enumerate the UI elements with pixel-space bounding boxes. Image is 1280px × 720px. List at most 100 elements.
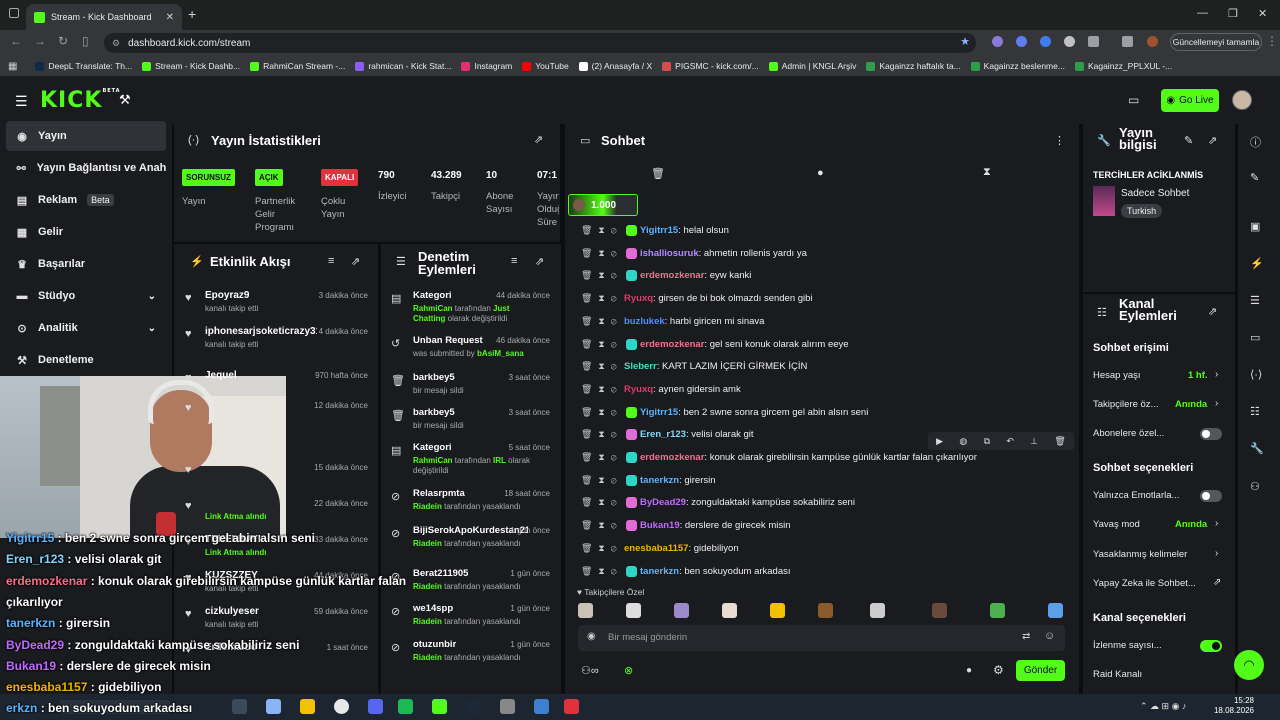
chat-message[interactable]: 🗑⧗⊘ Sleberr: KART LAZIM İÇERİ GİRMEK İÇİN: [576, 358, 1076, 378]
emote-icon[interactable]: [990, 603, 1005, 618]
activity-user[interactable]: iphonesarjsoketicrazy31: [205, 326, 317, 337]
mod-actions[interactable]: 🗑⧗⊘: [581, 270, 623, 281]
app-icon[interactable]: [564, 699, 579, 714]
channel-icon[interactable]: ☷: [1250, 405, 1260, 418]
category-name[interactable]: Sadece Sohbet: [1121, 188, 1189, 199]
mod-tools-icon[interactable]: ⚇∞: [581, 664, 599, 677]
tab-list-icon[interactable]: [9, 8, 19, 18]
emotes-only-toggle[interactable]: [1200, 490, 1222, 502]
chat-username[interactable]: Bukan19: [640, 520, 680, 531]
chat-icon[interactable]: ▭: [1250, 331, 1260, 344]
chat-message[interactable]: 🗑⧗⊘ erdemozkenar: gel seni konuk olarak a…: [576, 336, 1076, 356]
sidebar-icon[interactable]: ▯: [82, 34, 89, 48]
emote-icon[interactable]: [818, 603, 833, 618]
maximize-icon[interactable]: ❐: [1228, 7, 1238, 20]
moderator-name[interactable]: Riadein: [413, 653, 442, 662]
bookmark-item[interactable]: rahmican - Kick Stat...: [355, 61, 451, 71]
moderation-target[interactable]: Unban Request: [413, 335, 483, 346]
chat-message[interactable]: 🗑⧗⊘ erdemozkenar: eyw kanki: [576, 267, 1076, 287]
activity-user[interactable]: Jequel: [205, 370, 237, 381]
reload-icon[interactable]: ↻: [58, 34, 68, 48]
url-bar[interactable]: ⚙ dashboard.kick.com/stream ★: [104, 33, 976, 53]
chat-username[interactable]: Yigitrr15: [640, 225, 678, 236]
app-icon[interactable]: [534, 699, 549, 714]
chat-message[interactable]: 🗑⧗⊘ erdemozkenar: konuk olarak girebilirs…: [576, 449, 1076, 469]
trash-icon[interactable]: 🗑: [651, 167, 665, 180]
sidebar-item-ad[interactable]: ▤ Reklam Beta: [6, 185, 166, 215]
moderation-value[interactable]: bAsiM_sana: [477, 349, 524, 358]
mod-actions[interactable]: 🗑⧗⊘: [581, 407, 623, 418]
popout-icon[interactable]: ⇗: [534, 133, 543, 146]
sidebar-item-trophy[interactable]: ♛ Başarılar: [6, 249, 166, 279]
moderation-target[interactable]: otuzunbir: [413, 639, 456, 650]
moderator-name[interactable]: RahmiCan: [413, 304, 453, 313]
task-view-icon[interactable]: [232, 699, 247, 714]
bookmark-item[interactable]: Admin | KNGL Arşiv: [768, 61, 856, 71]
subs-only-toggle[interactable]: [1200, 428, 1222, 440]
activity-user[interactable]: cizkulyeser: [205, 606, 259, 617]
bookmark-star-icon[interactable]: ★: [960, 35, 970, 48]
clock[interactable]: 15:28 18.08.2026: [1204, 696, 1254, 716]
media-icon[interactable]: ▣: [1250, 220, 1260, 233]
chat-username[interactable]: tanerkzn: [640, 566, 679, 577]
mod-actions[interactable]: 🗑⧗⊘: [581, 293, 623, 304]
account-age-value[interactable]: 1 hf.: [1188, 370, 1208, 381]
user-avatar[interactable]: [1232, 90, 1252, 110]
chat-message[interactable]: 🗑⧗⊘ Yigitrr15: ben 2 swne sonra gircem ge…: [576, 404, 1076, 424]
emote-icon[interactable]: [932, 603, 947, 618]
chat-username[interactable]: enesbaba1157: [624, 543, 688, 554]
chat-message[interactable]: 🗑⧗⊘ Ryuxq: girsen de bi bok olmazdı sende…: [576, 290, 1076, 310]
chat-username[interactable]: erdemozkenar: [640, 339, 704, 350]
ai-chat-label[interactable]: Yapay Zeka ile Sohbet...: [1093, 578, 1196, 589]
bookmark-item[interactable]: Stream - Kick Dashb...: [142, 61, 240, 71]
chat-username[interactable]: buzlukek: [624, 316, 665, 327]
pinned-gift[interactable]: 1.000: [568, 194, 638, 216]
popout-icon[interactable]: ⇗: [1208, 305, 1217, 318]
kick-app-icon[interactable]: [432, 699, 447, 714]
activity-user[interactable]: Epoyraz9: [205, 290, 249, 301]
sidebar-item-money[interactable]: ▦ Gelir: [6, 217, 166, 247]
raid-label[interactable]: Raid Kanalı: [1093, 669, 1142, 680]
mod-actions[interactable]: 🗑⧗⊘: [581, 248, 623, 259]
chevron-right-icon[interactable]: ›: [1215, 369, 1218, 380]
bookmark-item[interactable]: Kagainzz beslenme...: [970, 61, 1065, 71]
go-live-button[interactable]: ◉ Go Live: [1161, 89, 1219, 112]
mod-actions[interactable]: 🗑⧗⊘: [581, 520, 623, 531]
mod-actions[interactable]: 🗑⧗⊘: [581, 225, 623, 236]
mod-actions[interactable]: 🗑⧗⊘: [581, 361, 623, 372]
bookmark-item[interactable]: Kagainzz haftalık ta...: [866, 61, 961, 71]
spotify-icon[interactable]: [398, 699, 413, 714]
mod-tools-icon[interactable]: ⚇: [1250, 480, 1260, 493]
site-info-icon[interactable]: ⚙: [112, 38, 120, 49]
chat-username[interactable]: Yigitrr15: [640, 407, 678, 418]
chat-username[interactable]: Eren_r123: [640, 429, 686, 440]
bookmark-item[interactable]: Kagainzz_PPLXUL -...: [1074, 61, 1172, 71]
bookmark-item[interactable]: YouTube: [522, 61, 569, 71]
forward-icon[interactable]: →: [34, 34, 46, 48]
profile-avatar[interactable]: [1147, 36, 1158, 47]
list-icon[interactable]: ☰: [1250, 294, 1260, 307]
update-button[interactable]: Güncellemeyi tamamla: [1170, 33, 1262, 51]
back-icon[interactable]: ←: [10, 34, 22, 48]
chat-message[interactable]: 🗑⧗⊘ tanerkzn: girersin: [576, 472, 1076, 492]
stats-icon[interactable]: ⟨·⟩: [1250, 368, 1262, 381]
external-link-icon[interactable]: ⇗: [1213, 577, 1221, 588]
send-button[interactable]: Gönder: [1016, 660, 1065, 681]
bookmark-item[interactable]: (2) Anasayfa / X: [578, 61, 652, 71]
mod-actions[interactable]: 🗑⧗⊘: [581, 384, 623, 395]
moderator-name[interactable]: Riadein: [413, 617, 442, 626]
kick-circle-icon[interactable]: ⊗: [624, 664, 633, 677]
chat-message[interactable]: 🗑⧗⊘ Ryuxq: aynen gidersin amk: [576, 381, 1076, 401]
chat-username[interactable]: erdemozkenar: [640, 270, 704, 281]
chat-bubble-icon[interactable]: ●: [966, 665, 972, 676]
sidebar-item-link[interactable]: ⚯ Yayın Bağlantısı ve Anahtarı: [6, 153, 166, 183]
hamburger-menu-icon[interactable]: ☰: [15, 93, 28, 110]
mod-actions[interactable]: 🗑⧗⊘: [581, 452, 623, 463]
popout-icon[interactable]: ⇗: [351, 255, 360, 268]
popout-icon[interactable]: ⇗: [535, 255, 544, 268]
mod-actions[interactable]: 🗑⧗⊘: [581, 566, 623, 577]
hourglass-icon[interactable]: ⧗: [983, 166, 991, 179]
shield-icon[interactable]: [1064, 36, 1075, 47]
wrench-icon[interactable]: 🔧: [1250, 442, 1264, 455]
info-icon[interactable]: ⓘ: [1250, 134, 1261, 150]
